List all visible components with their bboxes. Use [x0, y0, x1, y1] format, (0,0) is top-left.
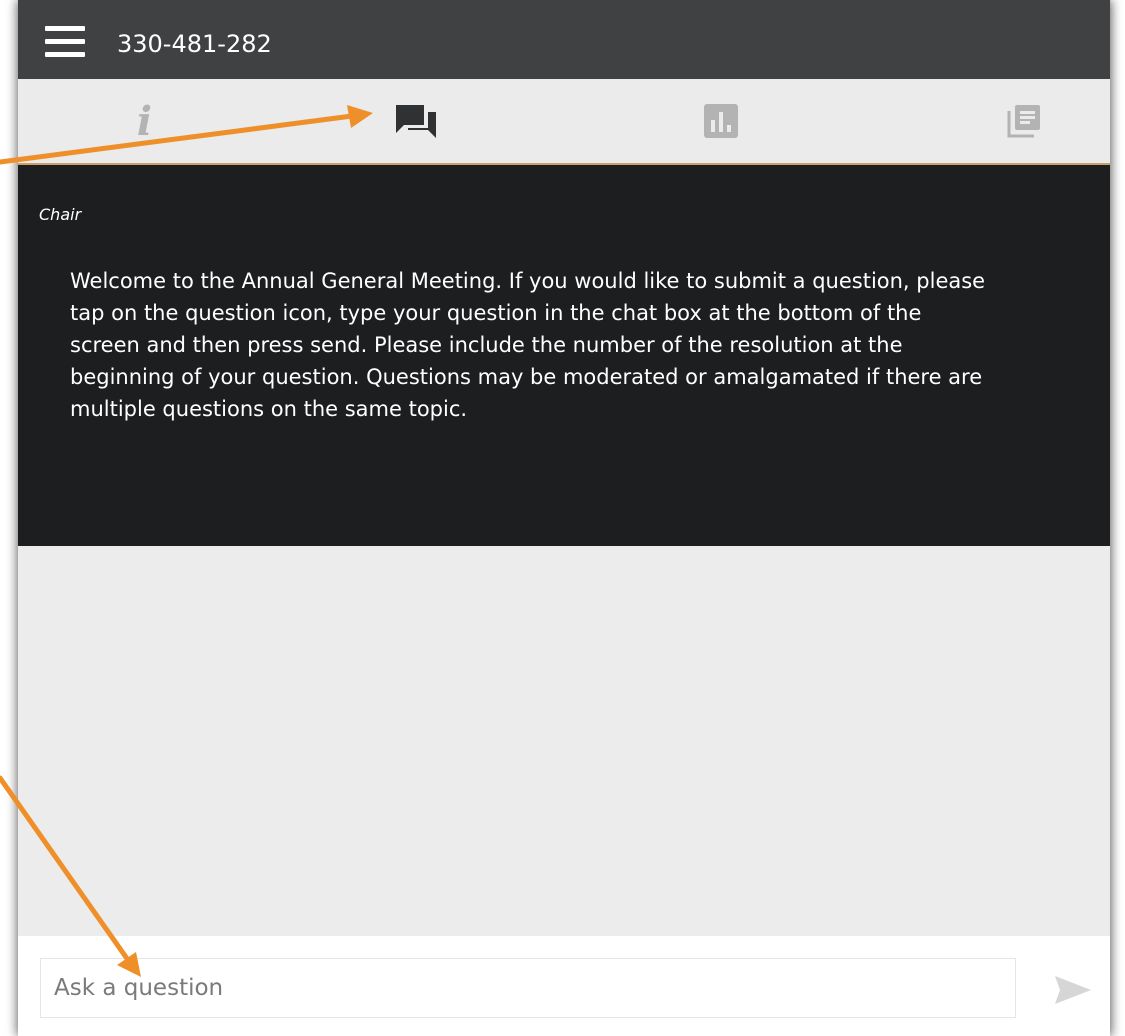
- menu-line: [45, 39, 85, 44]
- tab-documents[interactable]: [837, 79, 1110, 163]
- top-bar: 330-481-282: [18, 0, 1110, 79]
- message-panel: Chair Welcome to the Annual General Meet…: [18, 165, 1110, 546]
- chat-area: [18, 546, 1110, 936]
- chat-bubbles-icon: [395, 105, 436, 138]
- tab-voting[interactable]: [564, 79, 837, 163]
- question-input[interactable]: [40, 958, 1016, 1018]
- message-author: Chair: [39, 205, 82, 224]
- documents-icon: [1007, 105, 1040, 138]
- app-frame: 330-481-282 i Chair Welcome to the Annua…: [18, 0, 1110, 1036]
- bar-chart-icon: [703, 104, 738, 138]
- hamburger-menu-icon[interactable]: [45, 26, 85, 60]
- meeting-id: 330-481-282: [117, 30, 272, 58]
- tab-bar: i: [18, 79, 1110, 165]
- send-icon[interactable]: [1054, 974, 1092, 1006]
- menu-line: [45, 52, 85, 57]
- info-icon: i: [136, 97, 153, 145]
- message-text: Welcome to the Annual General Meeting. I…: [70, 269, 986, 421]
- menu-line: [45, 26, 85, 31]
- tab-messaging[interactable]: [291, 79, 564, 163]
- tab-info[interactable]: i: [18, 79, 291, 163]
- input-bar: [18, 936, 1110, 1036]
